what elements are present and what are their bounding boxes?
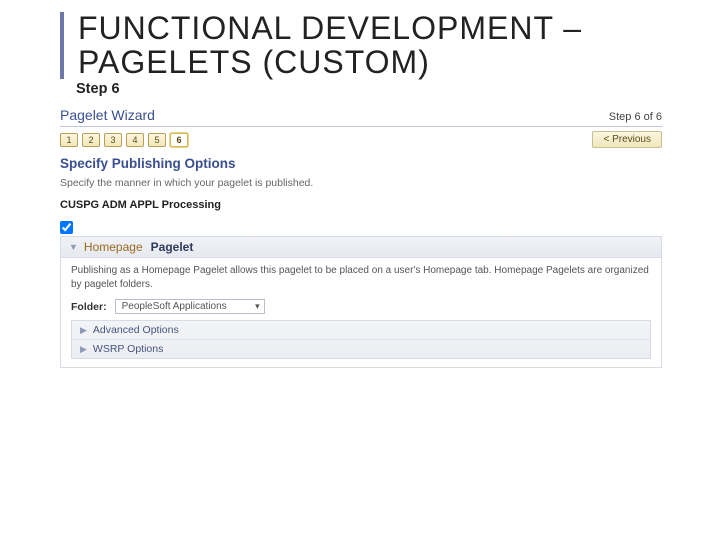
step-label: Step 6 [76,81,670,97]
step-3[interactable]: 3 [104,133,122,147]
folder-select-value: PeopleSoft Applications [122,301,227,312]
slide-title: FUNCTIONAL DEVELOPMENT – PAGELETS (CUSTO… [78,12,670,79]
folder-select[interactable]: PeopleSoft Applications [115,299,265,314]
step-6[interactable]: 6 [170,133,188,147]
homepage-pagelet-group: ▼ Homepage Pagelet Publishing as a Homep… [60,236,662,368]
homepage-pagelet-header[interactable]: ▼ Homepage Pagelet [61,237,661,258]
advanced-options-row[interactable]: ▶ Advanced Options [72,321,650,339]
folder-label: Folder: [71,301,107,313]
wsrp-options-label: WSRP Options [93,343,163,355]
chevron-right-icon: ▶ [80,325,87,336]
step-5[interactable]: 5 [148,133,166,147]
homepage-header-word: Pagelet [151,240,194,254]
section-subtitle: Specify the manner in which your pagelet… [60,177,662,189]
divider [60,126,662,127]
advanced-options-label: Advanced Options [93,324,179,336]
chevron-right-icon: ▶ [80,344,87,355]
wizard-panel: Pagelet Wizard Step 6 of 6 1 2 3 4 5 6 <… [60,107,662,368]
step-4[interactable]: 4 [126,133,144,147]
wizard-title: Pagelet Wizard [60,107,155,123]
step-indicator: 1 2 3 4 5 6 [60,133,188,147]
homepage-header-prefix: Homepage [84,240,143,254]
processing-label: CUSPG ADM APPL Processing [60,199,662,211]
title-block: FUNCTIONAL DEVELOPMENT – PAGELETS (CUSTO… [60,12,670,79]
homepage-pagelet-checkbox[interactable] [60,221,73,234]
step-1[interactable]: 1 [60,133,78,147]
previous-button[interactable]: < Previous [592,131,662,148]
step-2[interactable]: 2 [82,133,100,147]
section-title: Specify Publishing Options [60,156,662,171]
expand-icon: ▼ [69,242,78,252]
step-counter: Step 6 of 6 [609,111,662,123]
sub-options: ▶ Advanced Options ▶ WSRP Options [71,320,651,359]
wsrp-options-row[interactable]: ▶ WSRP Options [72,339,650,358]
homepage-description: Publishing as a Homepage Pagelet allows … [71,264,651,291]
